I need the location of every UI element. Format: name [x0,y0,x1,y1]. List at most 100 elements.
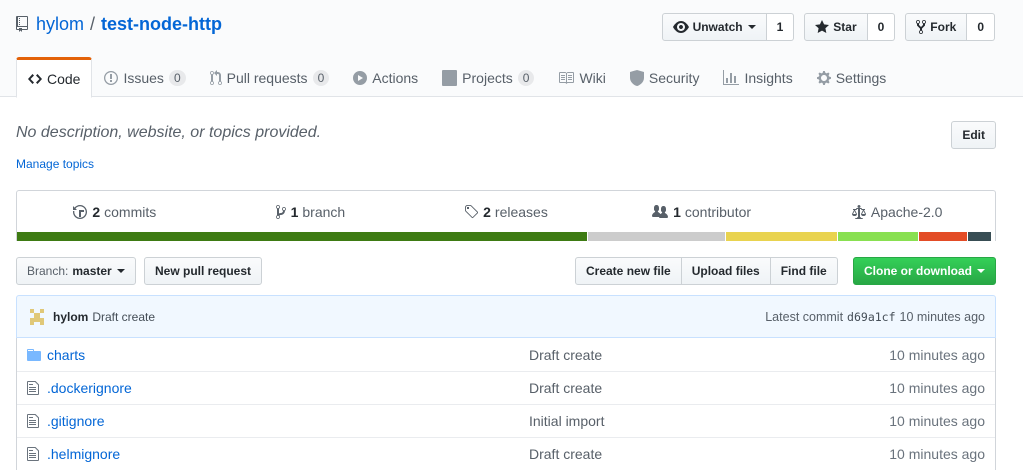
star-button[interactable]: Star [804,13,868,41]
table-row: charts Draft create 10 minutes ago [17,338,995,371]
star-count[interactable]: 0 [867,13,896,41]
pull-request-icon [209,70,222,86]
contributor-label: contributor [684,204,752,220]
file-commit-message[interactable]: Draft create [529,446,855,462]
file-commit-message[interactable]: Initial import [529,413,855,429]
tab-label: Settings [835,70,887,86]
commit-message[interactable]: Draft create [92,310,155,324]
repo-description: No description, website, or topics provi… [16,124,322,141]
tab-label: Projects [462,70,513,86]
file-name-link[interactable]: .dockerignore [47,380,529,396]
law-icon [851,205,866,219]
branch-prefix: Branch: [27,264,69,278]
file-age: 10 minutes ago [889,446,985,462]
releases-count: 2 [483,204,491,220]
repo-separator: / [90,14,96,34]
upload-files-button[interactable]: Upload files [680,257,771,285]
clone-or-download-button[interactable]: Clone or download [853,257,996,285]
graph-icon [723,70,740,85]
star-icon [815,20,830,33]
tab-issues[interactable]: Issues 0 [92,57,197,97]
star-group: Star 0 [804,13,896,41]
create-new-file-button[interactable]: Create new file [575,257,682,285]
tag-icon [465,205,479,219]
repo-owner-link[interactable]: hylom [36,14,84,35]
fork-button[interactable]: Fork [905,13,968,41]
license-link[interactable]: Apache-2.0 [799,204,995,220]
tab-label: Pull requests [226,70,308,86]
language-segment[interactable] [588,232,727,241]
watch-count[interactable]: 1 [766,13,795,41]
commits-link[interactable]: 2 commits [17,204,213,220]
git-branch-icon [275,205,286,219]
star-label: Star [833,20,857,34]
contributor-link[interactable]: 1 contributor [604,204,800,220]
table-row: .gitignore Initial import 10 minutes ago [17,404,995,437]
shield-icon [629,70,644,86]
project-icon [442,70,458,86]
fork-group: Fork 0 [905,13,995,41]
language-segment[interactable] [967,232,993,241]
fork-icon [916,19,927,35]
manage-topics-link[interactable]: Manage topics [16,157,94,171]
new-pull-request-button[interactable]: New pull request [144,257,263,285]
commit-sha[interactable]: d69a1cf [847,310,895,324]
file-name-link[interactable]: .gitignore [47,413,529,429]
file-name-link[interactable]: .helmignore [47,446,529,462]
language-segment[interactable] [918,232,968,241]
unwatch-button[interactable]: Unwatch [661,13,767,41]
file-navigation: Branch: master New pull request Create n… [16,257,996,285]
releases-label: releases [494,204,548,220]
find-file-button[interactable]: Find file [769,257,838,285]
table-row: .helmignore Draft create 10 minutes ago [17,437,995,470]
branch-link[interactable]: 1 branch [213,204,409,220]
book-icon [559,72,575,84]
unwatch-label: Unwatch [692,20,743,34]
pull-requests-counter: 0 [312,70,330,86]
tab-pull-requests[interactable]: Pull requests 0 [198,57,342,97]
tab-projects[interactable]: Projects 0 [430,57,546,97]
commit-age: 10 minutes ago [899,309,985,324]
edit-button[interactable]: Edit [951,121,996,149]
language-segment[interactable] [17,232,589,241]
fork-count[interactable]: 0 [967,13,995,41]
branch-count: 1 [290,204,299,220]
tab-code[interactable]: Code [16,57,93,98]
license-label: Apache-2.0 [870,204,943,220]
chevron-down-icon [977,269,985,273]
repo-nav: Code Issues 0 Pull requests 0 Actions Pr… [16,57,899,98]
branch-value: master [72,264,112,278]
tab-label: Issues [123,70,164,86]
repo-icon [16,15,30,34]
repo-name-link[interactable]: test-node-http [101,14,222,35]
chevron-down-icon [747,25,756,29]
commits-count: 2 [92,204,101,220]
language-bar[interactable] [17,232,995,241]
chevron-down-icon [116,269,125,273]
folder-icon [27,347,47,363]
branch-select-button[interactable]: Branch: master [16,257,136,285]
commit-author[interactable]: hylom [53,310,88,324]
tab-insights[interactable]: Insights [711,57,804,97]
tab-label: Actions [372,70,419,86]
file-commit-message[interactable]: Draft create [529,347,855,363]
avatar[interactable] [27,306,47,327]
file-actions: Create new file Upload files Find file [575,257,838,285]
file-age: 10 minutes ago [889,413,985,429]
history-icon [73,205,88,219]
tab-security[interactable]: Security [618,57,712,97]
numbers-summary: 2 commits 1 branch 2 releases 1 contribu… [16,190,996,241]
tab-settings[interactable]: Settings [805,57,899,97]
language-segment[interactable] [726,232,838,241]
file-commit-message[interactable]: Draft create [529,380,855,396]
commits-label: commits [104,204,157,220]
file-list: charts Draft create 10 minutes ago .dock… [16,338,996,470]
releases-link[interactable]: 2 releases [408,204,604,220]
tab-label: Code [47,70,81,87]
tab-label: Security [648,70,700,86]
language-segment[interactable] [837,232,919,241]
tab-wiki[interactable]: Wiki [546,57,617,97]
clone-label: Clone or download [864,264,972,278]
tab-actions[interactable]: Actions [341,57,430,97]
file-name-link[interactable]: charts [47,347,529,363]
